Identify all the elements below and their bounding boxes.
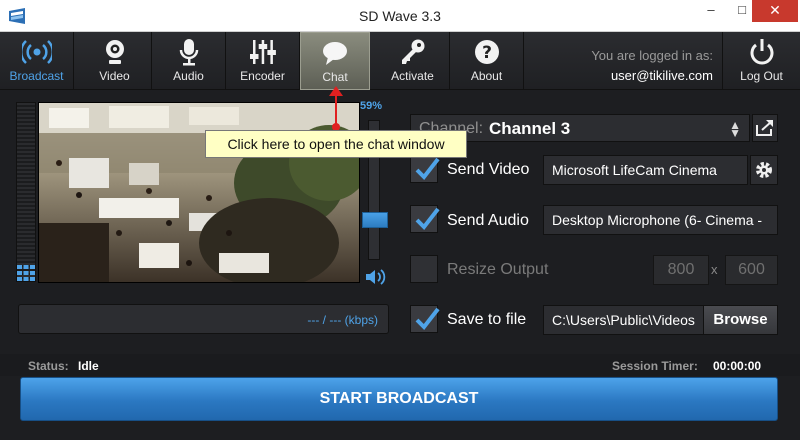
minimize-button[interactable]: –	[696, 0, 726, 22]
speaker-icon[interactable]	[364, 268, 386, 286]
video-device-select[interactable]: Microsoft LifeCam Cinema	[543, 155, 748, 185]
login-caption: You are logged in as:	[591, 48, 713, 63]
checkmark-icon	[415, 157, 440, 181]
share-icon	[756, 120, 773, 136]
logout-button[interactable]: Log Out	[722, 32, 800, 90]
toolbar-audio-label: Audio	[173, 69, 204, 83]
window-title: SD Wave 3.3	[359, 8, 441, 24]
svg-text:?: ?	[482, 43, 492, 63]
toolbar-activate-label: Activate	[391, 69, 434, 83]
bitrate-display: --- / --- (kbps)	[18, 304, 389, 334]
status-bar: Status: Idle Session Timer: 00:00:00	[0, 354, 800, 376]
status-label: Status:	[28, 359, 69, 373]
spinner-arrows-icon: ▲ ▼	[729, 118, 741, 140]
tooltip-pointer-arrow	[329, 86, 343, 131]
login-user: user@tikilive.com	[610, 68, 713, 83]
audio-level-meter	[16, 102, 36, 282]
question-icon: ?	[474, 40, 499, 64]
open-channel-button[interactable]	[752, 114, 778, 142]
send-audio-checkbox[interactable]	[410, 205, 440, 233]
save-path-input[interactable]: C:\Users\Public\Videos	[543, 305, 704, 335]
logout-label: Log Out	[740, 69, 783, 83]
resize-width-input[interactable]: 800	[653, 255, 709, 285]
resize-separator: x	[711, 262, 718, 277]
toolbar-chat-label: Chat	[322, 70, 348, 84]
toolbar-about-label: About	[470, 69, 503, 83]
status-value: Idle	[78, 359, 99, 373]
start-broadcast-button[interactable]: START BROADCAST	[20, 377, 778, 421]
resize-output-checkbox[interactable]	[410, 255, 438, 283]
microphone-icon	[179, 39, 198, 66]
toolbar-broadcast-button[interactable]: Broadcast	[0, 32, 74, 90]
resize-output-label: Resize Output	[447, 261, 549, 278]
checkmark-icon	[415, 307, 440, 331]
video-settings-button[interactable]	[750, 155, 778, 185]
save-to-file-checkbox[interactable]	[410, 305, 440, 333]
session-timer-value: 00:00:00	[713, 359, 762, 373]
sliders-icon	[249, 40, 276, 64]
key-icon	[401, 39, 424, 64]
audio-device-select[interactable]: Desktop Microphone (6- Cinema -	[543, 205, 778, 235]
toolbar-encoder-button[interactable]: Encoder	[226, 32, 300, 90]
close-button[interactable]: ✕	[752, 0, 798, 22]
login-info: You are logged in as: user@tikilive.com	[560, 48, 713, 83]
gear-icon	[756, 162, 772, 178]
checkmark-icon	[415, 207, 440, 231]
session-timer-label: Session Timer:	[612, 359, 698, 373]
toolbar-broadcast-label: Broadcast	[9, 69, 64, 83]
toolbar-encoder-label: Encoder	[240, 69, 285, 83]
toolbar-audio-button[interactable]: Audio	[152, 32, 226, 90]
browse-button[interactable]: Browse	[703, 305, 778, 335]
layout-grid-icon[interactable]	[16, 264, 36, 282]
volume-percent: 59%	[360, 100, 383, 112]
power-icon	[750, 39, 773, 65]
title-bar: SD Wave 3.3 – □ ✕	[0, 0, 800, 32]
toolbar-video-button[interactable]: Video	[78, 32, 152, 90]
toolbar-activate-button[interactable]: Activate	[376, 32, 450, 90]
chat-bubble-icon	[323, 42, 347, 65]
toolbar-video-label: Video	[99, 69, 130, 83]
chat-tooltip: Click here to open the chat window	[205, 130, 467, 158]
send-video-checkbox[interactable]	[410, 155, 440, 183]
toolbar-chat-button[interactable]: Chat	[300, 32, 370, 90]
broadcast-icon	[21, 40, 52, 64]
bitrate-value: --- / --- (kbps)	[307, 313, 378, 327]
channel-value: Channel 3	[489, 119, 571, 138]
webcam-icon	[105, 40, 124, 64]
send-video-label: Send Video	[447, 161, 530, 178]
resize-height-input[interactable]: 600	[725, 255, 778, 285]
toolbar-about-button[interactable]: ? About	[450, 32, 524, 90]
send-audio-label: Send Audio	[447, 212, 529, 229]
main-toolbar: Broadcast Video Audio Encoder Chat Activ…	[0, 32, 800, 90]
save-to-file-label: Save to file	[447, 311, 527, 328]
volume-slider-thumb[interactable]	[362, 212, 388, 228]
